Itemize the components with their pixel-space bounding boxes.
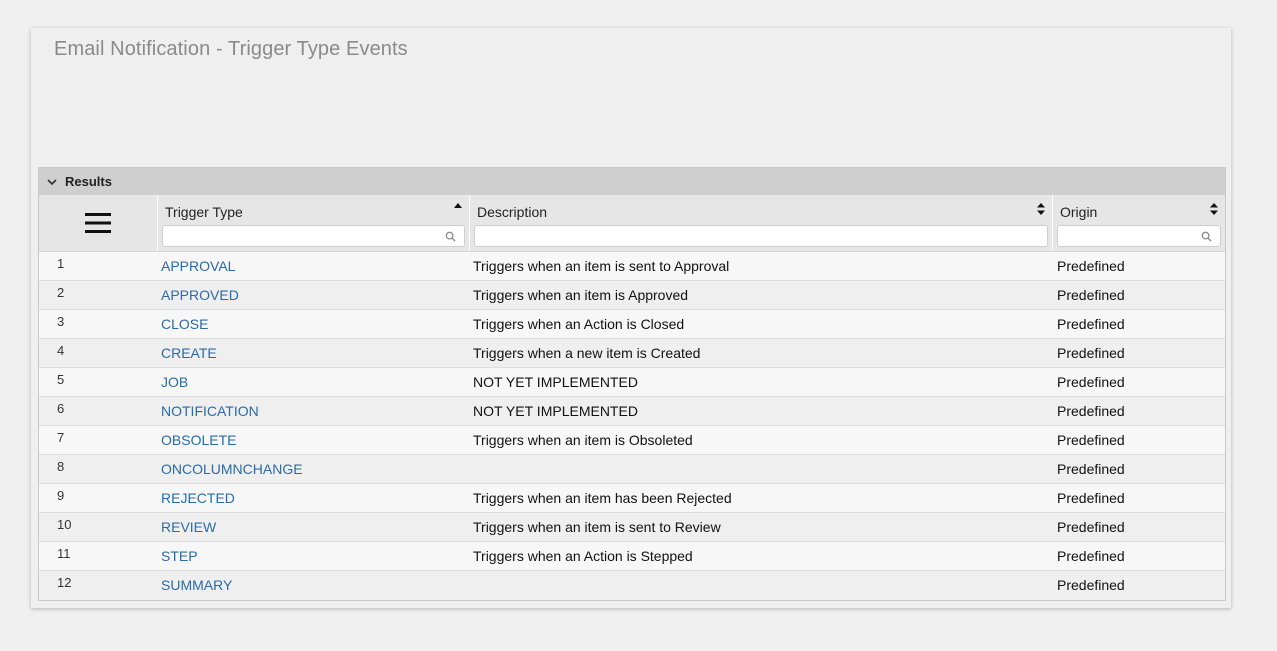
trigger-type-link[interactable]: NOTIFICATION (161, 403, 259, 419)
description-cell: Triggers when an item is Approved (473, 287, 689, 303)
origin-cell: Predefined (1057, 374, 1125, 390)
sort-icon[interactable] (1036, 202, 1046, 216)
chevron-down-icon[interactable] (47, 177, 57, 187)
origin-cell: Predefined (1057, 345, 1125, 361)
results-label: Results (65, 174, 112, 189)
description-cell (469, 571, 1052, 600)
trigger-type-link[interactable]: SUMMARY (161, 577, 232, 593)
table-row[interactable]: 5 JOB NOT YET IMPLEMENTED Predefined (39, 368, 1225, 397)
origin-cell: Predefined (1057, 258, 1125, 274)
sort-ascending-icon[interactable] (453, 202, 463, 216)
description-filter-input[interactable] (475, 226, 1031, 246)
row-number: 9 (57, 488, 65, 503)
origin-filter[interactable] (1057, 225, 1221, 247)
origin-cell: Predefined (1057, 490, 1125, 506)
table-row[interactable]: 10 REVIEW Triggers when an item is sent … (39, 513, 1225, 542)
origin-cell: Predefined (1057, 548, 1125, 564)
search-icon (1201, 231, 1212, 242)
row-number: 11 (57, 546, 71, 561)
sort-icon[interactable] (1209, 202, 1219, 216)
description-cell: Triggers when an Action is Closed (473, 316, 685, 332)
trigger-type-link[interactable]: APPROVED (161, 287, 239, 303)
trigger-type-link[interactable]: OBSOLETE (161, 432, 236, 448)
table-row[interactable]: 4 CREATE Triggers when a new item is Cre… (39, 339, 1225, 368)
origin-cell: Predefined (1057, 461, 1125, 477)
row-number: 10 (57, 517, 72, 532)
column-header-trigger-type[interactable]: Trigger Type (158, 195, 470, 251)
main-panel: Email Notification - Trigger Type Events… (31, 28, 1231, 608)
column-label-description: Description (477, 204, 548, 220)
table-row[interactable]: 7 OBSOLETE Triggers when an item is Obso… (39, 426, 1225, 455)
trigger-type-link[interactable]: REVIEW (161, 519, 216, 535)
description-cell: NOT YET IMPLEMENTED (473, 403, 638, 419)
column-header-description[interactable]: Description (470, 195, 1053, 251)
trigger-type-link[interactable]: STEP (161, 548, 198, 564)
row-number: 6 (57, 401, 65, 416)
column-label-trigger-type: Trigger Type (165, 204, 243, 220)
hamburger-menu-icon[interactable] (85, 212, 111, 234)
table-row[interactable]: 6 NOTIFICATION NOT YET IMPLEMENTED Prede… (39, 397, 1225, 426)
row-number: 7 (57, 430, 65, 445)
table-row[interactable]: 1 APPROVAL Triggers when an item is sent… (39, 252, 1225, 281)
trigger-type-link[interactable]: APPROVAL (161, 258, 235, 274)
origin-cell: Predefined (1057, 287, 1125, 303)
table-row[interactable]: 9 REJECTED Triggers when an item has bee… (39, 484, 1225, 513)
table-row[interactable]: 12 SUMMARY Predefined (39, 571, 1225, 600)
description-cell: Triggers when an item is Obsoleted (473, 432, 693, 448)
row-number: 12 (57, 575, 72, 590)
row-number: 1 (57, 256, 65, 271)
trigger-type-filter-input[interactable] (163, 226, 448, 246)
results-section: Results Trigger Type Description Origin … (38, 167, 1226, 601)
trigger-type-link[interactable]: ONCOLUMNCHANGE (161, 461, 303, 477)
origin-filter-input[interactable] (1058, 226, 1204, 246)
row-number: 8 (57, 459, 65, 474)
page-title: Email Notification - Trigger Type Events (54, 38, 408, 60)
trigger-type-link[interactable]: CREATE (161, 345, 217, 361)
grid-body: 1 APPROVAL Triggers when an item is sent… (39, 252, 1225, 600)
column-menu-button[interactable] (39, 195, 158, 251)
description-cell: Triggers when an item has been Rejected (473, 490, 732, 506)
origin-cell: Predefined (1057, 403, 1125, 419)
origin-cell: Predefined (1057, 316, 1125, 332)
trigger-type-filter[interactable] (162, 225, 465, 247)
description-cell (469, 455, 1052, 483)
row-number: 2 (57, 285, 65, 300)
origin-cell: Predefined (1057, 519, 1125, 535)
origin-cell: Predefined (1057, 432, 1125, 448)
table-row[interactable]: 3 CLOSE Triggers when an Action is Close… (39, 310, 1225, 339)
table-row[interactable]: 2 APPROVED Triggers when an item is Appr… (39, 281, 1225, 310)
row-number: 4 (57, 343, 65, 358)
trigger-type-link[interactable]: JOB (161, 374, 188, 390)
column-label-origin: Origin (1060, 204, 1098, 220)
description-filter[interactable] (474, 225, 1048, 247)
row-number: 5 (57, 372, 65, 387)
description-cell: Triggers when an item is sent to Approva… (473, 258, 730, 274)
table-row[interactable]: 8 ONCOLUMNCHANGE Predefined (39, 455, 1225, 484)
table-row[interactable]: 11 STEP Triggers when an Action is Stepp… (39, 542, 1225, 571)
column-header-origin[interactable]: Origin (1053, 195, 1225, 251)
trigger-type-link[interactable]: REJECTED (161, 490, 235, 506)
results-header[interactable]: Results (39, 168, 1225, 195)
description-cell: Triggers when an Action is Stepped (473, 548, 693, 564)
origin-cell: Predefined (1057, 577, 1125, 593)
description-cell: Triggers when a new item is Created (473, 345, 701, 361)
description-cell: NOT YET IMPLEMENTED (473, 374, 638, 390)
description-cell: Triggers when an item is sent to Review (473, 519, 721, 535)
search-icon (445, 231, 456, 242)
row-number: 3 (57, 314, 65, 329)
trigger-type-link[interactable]: CLOSE (161, 316, 208, 332)
grid-header: Trigger Type Description Origin (39, 195, 1225, 252)
